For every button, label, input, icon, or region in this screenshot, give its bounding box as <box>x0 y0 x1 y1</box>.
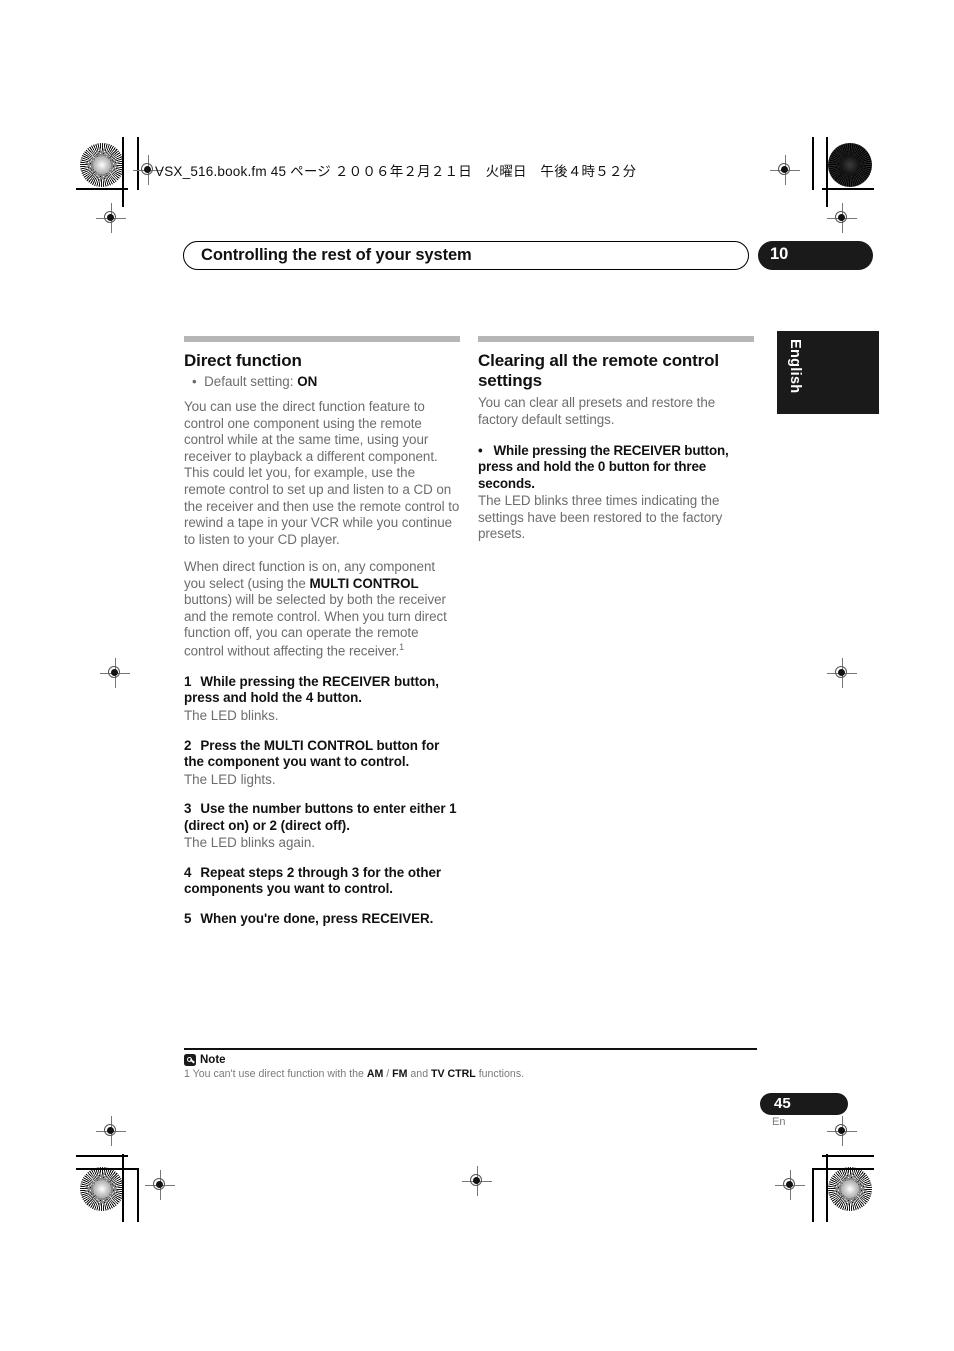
note-label: Note <box>200 1054 226 1066</box>
step-3-number: 3 <box>184 801 192 817</box>
section-rule-left <box>184 336 460 342</box>
bullet-dot-icon: • <box>478 442 483 458</box>
footnote-part3: functions. <box>475 1068 525 1080</box>
clearing-settings-intro: You can clear all presets and restore th… <box>478 395 716 427</box>
step-5-number: 5 <box>184 910 192 926</box>
step-3-result: The LED blinks again. <box>184 835 316 851</box>
footnote-part2: and <box>407 1068 432 1080</box>
default-setting-bullet: • Default setting: ON <box>192 373 318 389</box>
footnote-marker-1: 1 <box>399 641 405 652</box>
crop-mark-bottom-right-v <box>826 1154 828 1222</box>
registration-mark-bottom-center <box>462 1166 492 1196</box>
footnote-text: 1 You can't use direct function with the… <box>184 1068 764 1081</box>
running-head-pill: Controlling the rest of your system <box>183 241 749 270</box>
crop-mark-bottom-right-h <box>822 1155 874 1157</box>
step-2-text: Press the MULTI CONTROL button for the c… <box>184 737 440 770</box>
footnote-part1: You can't use direct function with the <box>189 1068 367 1080</box>
crop-mark-bottom-right-inner-h <box>812 1168 874 1170</box>
color-target-bottom-left <box>80 1167 124 1211</box>
crop-mark-top-right-h <box>822 188 874 190</box>
language-tab-label: English <box>787 339 803 394</box>
step-4-text: Repeat steps 2 through 3 for the other c… <box>184 864 442 897</box>
clearing-settings-result: The LED blinks three times indicating th… <box>478 493 723 542</box>
step-1-number: 1 <box>184 673 192 689</box>
note-heading: Note <box>184 1054 226 1066</box>
page-number: 45 <box>774 1095 791 1112</box>
step-3-instruction: 3 Use the number buttons to enter either … <box>184 801 460 834</box>
crop-mark-top-left-v <box>122 137 124 207</box>
registration-mark-top-right <box>770 155 800 185</box>
step-2-result: The LED lights. <box>184 771 276 787</box>
direct-function-intro-paragraph: You can use the direct function feature … <box>184 399 460 547</box>
step-4-number: 4 <box>184 864 192 880</box>
registration-mark-left-lower <box>96 1116 126 1146</box>
running-head-title: Controlling the rest of your system <box>201 246 472 264</box>
crop-mark-top-right-inner-v <box>812 137 814 190</box>
section-heading-direct-function: Direct function <box>184 351 302 370</box>
section-heading-clearing-settings: Clearing all the remote control settings <box>478 351 719 390</box>
registration-mark-bottom-right <box>775 1170 805 1200</box>
second-paragraph-part2: buttons) will be selected by both the re… <box>184 592 447 659</box>
step-3-text: Use the number buttons to enter either 1… <box>184 801 457 833</box>
footnote-bold-am: AM <box>366 1068 384 1080</box>
footnote-separator: / <box>383 1068 393 1080</box>
clearing-settings-bullet: • While pressing the RECEIVER button, pre… <box>478 443 754 493</box>
step-1-text: While pressing the RECEIVER button, pres… <box>184 673 439 706</box>
crop-mark-bottom-left-inner-v <box>137 1168 139 1222</box>
step-5-text: When you're done, press RECEIVER. <box>200 910 434 926</box>
direct-function-second-paragraph: When direct function is on, any componen… <box>184 559 460 660</box>
registration-mark-left-middle <box>100 658 130 688</box>
crop-mark-bottom-left-v <box>122 1154 124 1222</box>
color-target-top-left <box>80 143 124 187</box>
chapter-number: 10 <box>770 245 789 263</box>
multi-control-bold: MULTI CONTROL <box>309 575 419 591</box>
registration-mark-right-middle <box>827 658 857 688</box>
section-rule-right <box>478 336 754 342</box>
left-column: Direct function • Default setting: ON Yo… <box>184 336 460 941</box>
crop-mark-top-left-h <box>76 188 128 190</box>
note-icon <box>184 1054 196 1066</box>
note-separator-rule <box>184 1048 757 1051</box>
page-number-pill: 45 <box>760 1093 848 1115</box>
clearing-settings-bullet-text: While pressing the RECEIVER button, pres… <box>478 442 729 491</box>
chapter-number-pill: 10 <box>758 241 873 270</box>
color-target-top-right <box>828 143 872 187</box>
registration-mark-right-lower <box>827 1116 857 1146</box>
crop-mark-bottom-right-inner-v <box>812 1168 814 1222</box>
step-4-instruction: 4 Repeat steps 2 through 3 for the other … <box>184 865 460 898</box>
crop-mark-bottom-left-inner-h <box>76 1168 138 1170</box>
language-tab: English <box>777 331 879 414</box>
crop-mark-top-right-v <box>826 137 828 207</box>
step-1-instruction: 1 While pressing the RECEIVER button, pre… <box>184 674 460 707</box>
footnote-bold-fm: FM <box>392 1068 408 1080</box>
file-stamp: VSX_516.book.fm 45 ページ ２００６年２月２１日 火曜日 午後… <box>155 164 637 179</box>
step-1-result: The LED blinks. <box>184 708 279 724</box>
default-setting-prefix: Default setting: <box>204 373 298 389</box>
crop-mark-bottom-left-h <box>76 1155 128 1157</box>
page-language-code: En <box>772 1116 786 1128</box>
color-target-bottom-right <box>828 1167 872 1211</box>
step-2-number: 2 <box>184 737 192 753</box>
step-5-instruction: 5 When you're done, press RECEIVER. <box>184 911 460 928</box>
registration-mark-bottom-left <box>145 1170 175 1200</box>
footnote-bold-tvctrl: TV CTRL <box>431 1068 476 1080</box>
registration-mark-left-upper <box>96 203 126 233</box>
default-setting-value: ON <box>297 373 318 389</box>
registration-mark-right-upper <box>827 203 857 233</box>
right-column: Clearing all the remote control settings… <box>478 336 754 543</box>
step-2-instruction: 2 Press the MULTI CONTROL button for the … <box>184 738 460 771</box>
